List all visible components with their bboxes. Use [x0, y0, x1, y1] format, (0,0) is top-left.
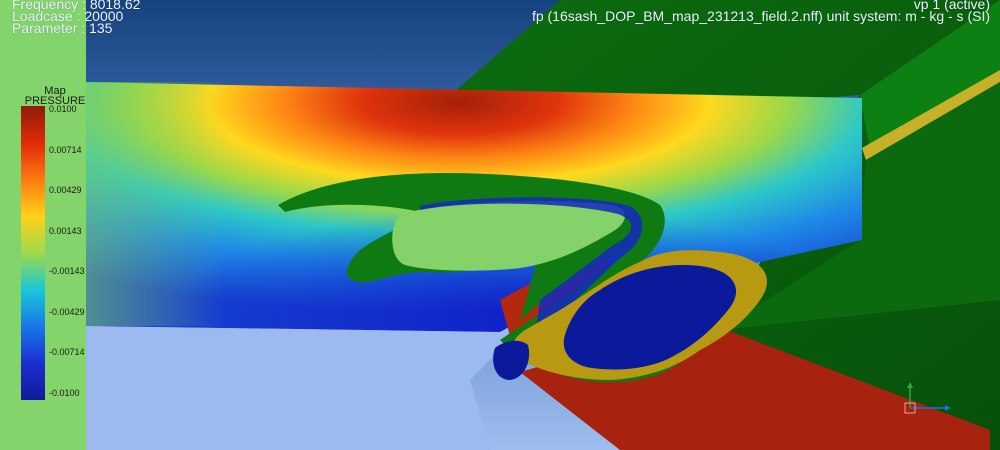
legend-tick-label: -0.00714: [49, 347, 85, 358]
cae-viewport[interactable]: [0, 0, 1000, 450]
hud-info-left: Frequency : 8018.62 Loadcase : 20000 Par…: [12, 0, 140, 35]
legend-tick-label: 0.00714: [49, 144, 82, 155]
legend-tick-label: 0.00143: [49, 225, 82, 236]
legend-tick-label: -0.00429: [49, 306, 85, 317]
legend-tick-label: -0.0100: [49, 388, 80, 398]
hud-info-right: vp 1 (active) fp (16sash_DOP_BM_map_2312…: [531, 0, 990, 24]
legend-tick-label: 0.0100: [49, 104, 77, 114]
axis-triad-icon: [902, 382, 951, 415]
legend-tick-label: 0.00429: [49, 185, 82, 196]
legend-tick-label: -0.00143: [49, 266, 85, 277]
file-info: fp (16sash_DOP_BM_map_231213_field.2.nff…: [531, 8, 990, 24]
legend-title: Map PRESSURE: [19, 86, 91, 107]
model-scene[interactable]: [0, 0, 1000, 450]
legend-color-bar: [21, 106, 45, 400]
